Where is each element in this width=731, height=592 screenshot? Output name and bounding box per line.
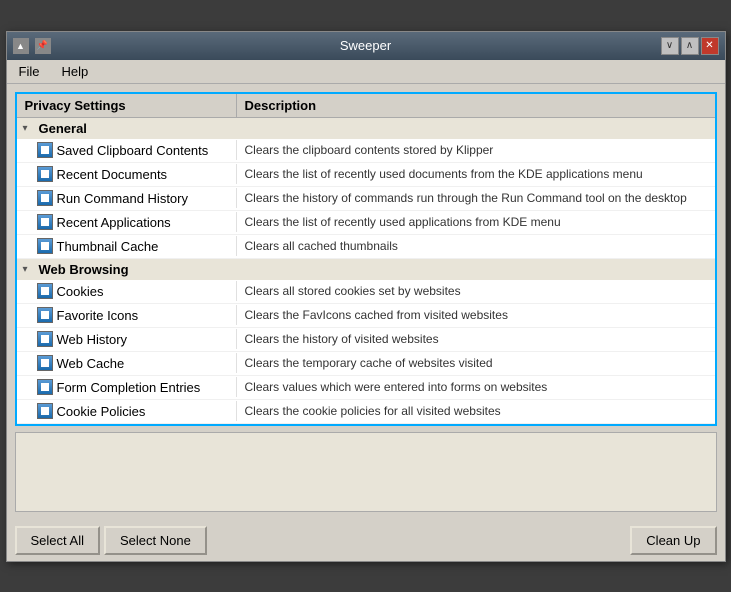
row-left: Web Cache: [17, 353, 237, 373]
item-desc: Clears the list of recently used documen…: [237, 165, 715, 183]
main-content: Privacy Settings Description ▾ General S…: [7, 84, 725, 520]
table-row: Cookie Policies Clears the cookie polici…: [17, 400, 715, 424]
section-general-label: General: [39, 121, 87, 136]
title-bar-left: ▲ 📌: [13, 38, 51, 54]
item-label: Saved Clipboard Contents: [57, 143, 209, 158]
table-row: Recent Applications Clears the list of r…: [17, 211, 715, 235]
item-desc: Clears the list of recently used applica…: [237, 213, 715, 231]
item-desc: Clears the cookie policies for all visit…: [237, 402, 715, 420]
checkbox-favorite-icons[interactable]: [37, 307, 53, 323]
item-label: Favorite Icons: [57, 308, 139, 323]
item-label: Recent Applications: [57, 215, 171, 230]
select-none-button[interactable]: Select None: [104, 526, 207, 555]
window-title: Sweeper: [340, 38, 391, 53]
section-general[interactable]: ▾ General: [17, 118, 715, 139]
row-left: Thumbnail Cache: [17, 236, 237, 256]
minimize-button[interactable]: ∨: [661, 37, 679, 55]
table-row: Favorite Icons Clears the FavIcons cache…: [17, 304, 715, 328]
menubar: File Help: [7, 60, 725, 84]
table-row: Web History Clears the history of visite…: [17, 328, 715, 352]
maximize-button[interactable]: ∧: [681, 37, 699, 55]
col-privacy-settings: Privacy Settings: [17, 94, 237, 117]
item-desc: Clears all stored cookies set by website…: [237, 282, 715, 300]
table-row: Cookies Clears all stored cookies set by…: [17, 280, 715, 304]
item-label: Cookie Policies: [57, 404, 146, 419]
item-desc: Clears the history of commands run throu…: [237, 189, 715, 207]
clean-up-button[interactable]: Clean Up: [630, 526, 716, 555]
checkbox-recent-apps[interactable]: [37, 214, 53, 230]
log-area: [15, 432, 717, 512]
table-row: Recent Documents Clears the list of rece…: [17, 163, 715, 187]
table-body: ▾ General Saved Clipboard Contents Clear…: [17, 118, 715, 424]
item-label: Web Cache: [57, 356, 125, 371]
checkbox-run-command[interactable]: [37, 190, 53, 206]
row-left: Saved Clipboard Contents: [17, 140, 237, 160]
item-desc: Clears the clipboard contents stored by …: [237, 141, 715, 159]
checkbox-recent-documents[interactable]: [37, 166, 53, 182]
item-desc: Clears the temporary cache of websites v…: [237, 354, 715, 372]
bottom-left-buttons: Select All Select None: [15, 526, 207, 555]
item-desc: Clears the history of visited websites: [237, 330, 715, 348]
menu-file[interactable]: File: [13, 62, 46, 81]
checkbox-saved-clipboard[interactable]: [37, 142, 53, 158]
row-left: Favorite Icons: [17, 305, 237, 325]
row-left: Form Completion Entries: [17, 377, 237, 397]
settings-tree: Privacy Settings Description ▾ General S…: [15, 92, 717, 426]
section-web-label: Web Browsing: [39, 262, 129, 277]
row-left: Web History: [17, 329, 237, 349]
checkbox-form-completion[interactable]: [37, 379, 53, 395]
item-label: Cookies: [57, 284, 104, 299]
table-row: Web Cache Clears the temporary cache of …: [17, 352, 715, 376]
main-window: ▲ 📌 Sweeper ∨ ∧ ✕ File Help Privacy Sett…: [6, 31, 726, 562]
bottom-bar: Select All Select None Clean Up: [7, 520, 725, 561]
table-header: Privacy Settings Description: [17, 94, 715, 118]
table-row: Saved Clipboard Contents Clears the clip…: [17, 139, 715, 163]
row-left: Run Command History: [17, 188, 237, 208]
select-all-button[interactable]: Select All: [15, 526, 100, 555]
menu-help[interactable]: Help: [55, 62, 94, 81]
close-button[interactable]: ✕: [701, 37, 719, 55]
row-left: Recent Documents: [17, 164, 237, 184]
chevron-general-icon: ▾: [23, 123, 35, 134]
table-row: Thumbnail Cache Clears all cached thumbn…: [17, 235, 715, 259]
item-desc: Clears all cached thumbnails: [237, 237, 715, 255]
title-bar: ▲ 📌 Sweeper ∨ ∧ ✕: [7, 32, 725, 60]
item-label: Thumbnail Cache: [57, 239, 159, 254]
pin-icon: 📌: [35, 38, 51, 54]
item-label: Recent Documents: [57, 167, 168, 182]
item-desc: Clears the FavIcons cached from visited …: [237, 306, 715, 324]
item-label: Run Command History: [57, 191, 189, 206]
checkbox-web-cache[interactable]: [37, 355, 53, 371]
table-row: Form Completion Entries Clears values wh…: [17, 376, 715, 400]
checkbox-cookie-policies[interactable]: [37, 403, 53, 419]
section-web-browsing[interactable]: ▾ Web Browsing: [17, 259, 715, 280]
row-left: Cookies: [17, 281, 237, 301]
checkbox-cookies[interactable]: [37, 283, 53, 299]
table-row: Run Command History Clears the history o…: [17, 187, 715, 211]
row-left: Cookie Policies: [17, 401, 237, 421]
col-description: Description: [237, 94, 715, 117]
chevron-web-icon: ▾: [23, 264, 35, 275]
item-label: Form Completion Entries: [57, 380, 201, 395]
row-left: Recent Applications: [17, 212, 237, 232]
window-controls: ∨ ∧ ✕: [661, 37, 719, 55]
checkbox-thumbnail-cache[interactable]: [37, 238, 53, 254]
item-desc: Clears values which were entered into fo…: [237, 378, 715, 396]
checkbox-web-history[interactable]: [37, 331, 53, 347]
app-icon: ▲: [13, 38, 29, 54]
item-label: Web History: [57, 332, 128, 347]
